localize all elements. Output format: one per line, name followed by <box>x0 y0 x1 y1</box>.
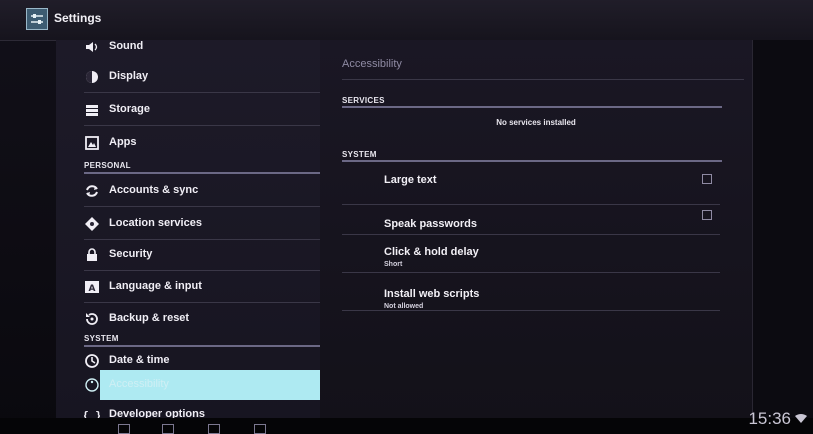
backup-icon <box>84 311 100 327</box>
sidebar-item-label: Accessibility <box>109 378 169 390</box>
clock-icon <box>84 353 100 369</box>
no-services-message: No services installed <box>496 118 576 127</box>
sidebar-item-language-input[interactable]: A Language & input <box>56 272 320 302</box>
section-header-services: SERVICES <box>342 96 385 105</box>
sidebar-item-label: Location services <box>109 217 202 229</box>
location-icon <box>84 216 100 232</box>
click-hold-delay-row[interactable]: Click & hold delay Short <box>342 238 720 274</box>
section-divider <box>342 106 722 108</box>
sidebar-item-label: Language & input <box>109 280 202 292</box>
row-summary: Not allowed <box>384 303 424 310</box>
sidebar-item-accessibility[interactable]: Accessibility <box>56 370 320 400</box>
sidebar-item-display[interactable]: Display <box>56 62 320 92</box>
section-divider <box>342 160 722 162</box>
panel-edge <box>752 40 813 420</box>
sidebar-item-security[interactable]: Security <box>56 240 320 270</box>
display-icon <box>84 69 100 85</box>
row-summary: Short <box>384 261 403 268</box>
title-bar: Settings <box>0 0 813 41</box>
divider <box>342 272 720 273</box>
sidebar-item-developer-options[interactable]: { } Developer options <box>56 400 320 420</box>
divider <box>84 92 320 93</box>
speaker-icon <box>84 40 100 55</box>
sync-icon <box>84 183 100 199</box>
sidebar-item-label: Date & time <box>109 354 170 366</box>
sidebar-item-label: Display <box>109 70 149 82</box>
speak-passwords-row[interactable]: Speak passwords <box>342 206 720 242</box>
large-text-row[interactable]: Large text <box>342 166 720 202</box>
divider <box>342 79 744 80</box>
wifi-icon <box>795 414 807 423</box>
settings-sidebar: Sound Display Storage Apps PERSONAL Acco… <box>56 40 320 420</box>
screen: Settings Sound Display Storage Apps PERS… <box>0 0 813 434</box>
page-title: Accessibility <box>342 58 402 70</box>
keyboard-icon: A <box>84 279 100 295</box>
sidebar-item-label: Backup & reset <box>109 312 190 324</box>
lock-icon <box>84 247 100 263</box>
section-divider <box>84 172 320 174</box>
settings-app-icon[interactable] <box>26 8 48 30</box>
home-icon[interactable] <box>162 424 174 434</box>
svg-text:A: A <box>89 284 96 294</box>
divider <box>342 234 720 235</box>
divider <box>342 204 720 205</box>
sidebar-item-label: Security <box>109 248 153 260</box>
apps-icon <box>84 135 100 151</box>
status-clock: 15:36 <box>748 409 791 428</box>
row-label: Large text <box>384 174 437 186</box>
volume-up-icon[interactable] <box>254 424 266 434</box>
back-icon[interactable] <box>118 424 130 434</box>
section-header-system: SYSTEM <box>84 334 119 343</box>
row-label: Speak passwords <box>384 218 477 230</box>
sidebar-item-label: Sound <box>109 40 144 52</box>
sidebar-item-sound[interactable]: Sound <box>56 40 320 62</box>
row-label: Click & hold delay <box>384 246 479 258</box>
row-label: Install web scripts <box>384 288 480 300</box>
accessibility-panel: Accessibility SERVICES No services insta… <box>320 40 752 420</box>
sidebar-item-apps[interactable]: Apps <box>56 128 320 158</box>
divider <box>84 125 320 126</box>
speak-passwords-checkbox[interactable] <box>702 210 712 220</box>
section-header-personal: PERSONAL <box>84 161 131 170</box>
large-text-checkbox[interactable] <box>702 174 712 184</box>
sidebar-item-label: Storage <box>109 103 150 115</box>
divider <box>84 270 320 271</box>
divider <box>84 206 320 207</box>
section-header-system: SYSTEM <box>342 150 377 159</box>
accessibility-icon <box>84 377 100 393</box>
window-title: Settings <box>54 11 102 25</box>
sidebar-item-accounts-sync[interactable]: Accounts & sync <box>56 176 320 206</box>
storage-icon <box>84 102 100 118</box>
divider <box>84 302 320 303</box>
sidebar-item-label: Accounts & sync <box>109 184 199 196</box>
sidebar-item-storage[interactable]: Storage <box>56 95 320 125</box>
sidebar-item-location-services[interactable]: Location services <box>56 209 320 239</box>
sidebar-item-label: Apps <box>109 136 137 148</box>
sidebar-item-backup-reset[interactable]: Backup & reset <box>56 304 320 334</box>
divider <box>342 310 720 311</box>
volume-down-icon[interactable] <box>208 424 220 434</box>
